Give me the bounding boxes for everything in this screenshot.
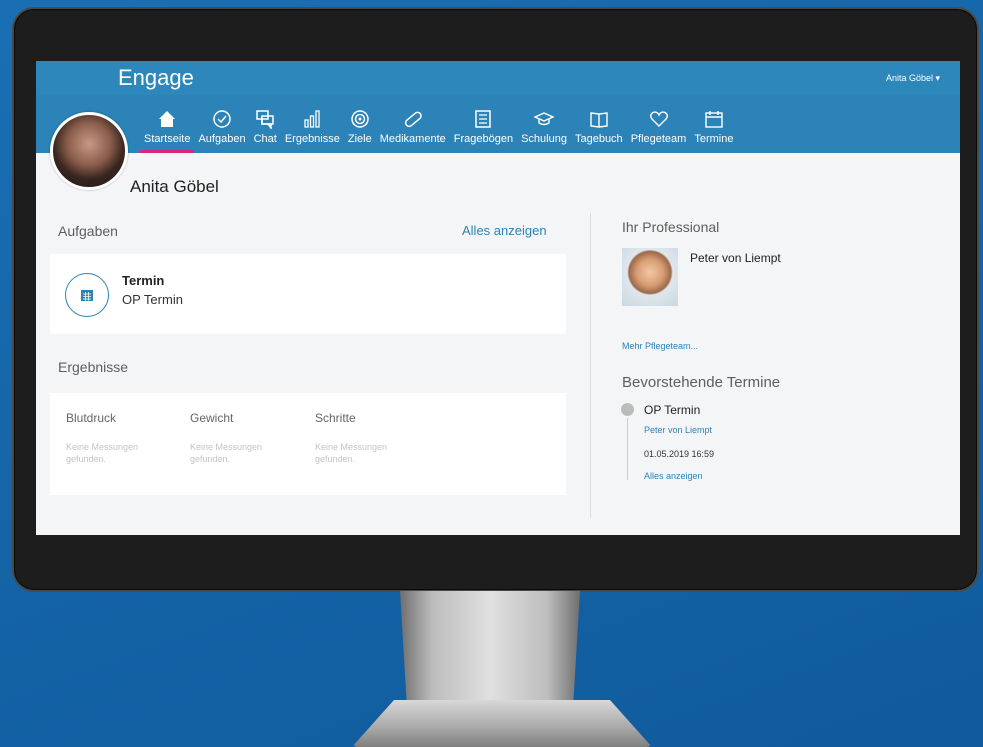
nav-label: Ergebnisse	[284, 133, 340, 145]
nav-label: Fragebögen	[453, 133, 514, 145]
metric-label: Schritte	[315, 411, 356, 425]
nav-label: Termine	[694, 133, 734, 145]
nav-label: Ziele	[347, 133, 372, 145]
metric-empty-text: Keine Messungen gefunden.	[190, 442, 263, 464]
nav-chat[interactable]: Chat	[250, 95, 281, 153]
task-title: Termin	[122, 273, 165, 288]
bar-chart-icon	[302, 108, 322, 130]
nav-ziele[interactable]: Ziele	[344, 95, 376, 153]
app-screen: Engage Anita Göbel ▾ Startseite Aufgaben	[36, 61, 960, 535]
avatar[interactable]	[50, 112, 128, 190]
nav-label: Tagebuch	[574, 133, 623, 145]
nav-termine[interactable]: Termine	[690, 95, 737, 153]
tasks-section-title: Aufgaben	[58, 223, 118, 239]
target-icon	[350, 108, 370, 130]
nav-medikamente[interactable]: Medikamente	[376, 95, 450, 153]
nav-label: Chat	[253, 133, 277, 145]
graduation-cap-icon	[534, 108, 555, 130]
results-card: Blutdruck Keine Messungen gefunden. Gewi…	[50, 393, 566, 495]
more-care-team-link[interactable]: Mehr Pflegeteam...	[622, 341, 698, 351]
monitor-stand-base	[352, 700, 652, 747]
nav-label: Pflegeteam	[630, 133, 687, 145]
results-section-title: Ergebnisse	[58, 359, 129, 375]
chat-icon	[255, 108, 275, 130]
column-divider	[590, 213, 591, 518]
metric-empty-text: Keine Messungen gefunden.	[66, 442, 139, 464]
nav-ergebnisse[interactable]: Ergebnisse	[281, 95, 344, 153]
appointment-datetime: 01.05.2019 16:59	[644, 449, 715, 459]
calendar-icon	[704, 108, 724, 130]
nav-aufgaben[interactable]: Aufgaben	[194, 95, 249, 153]
professional-photo	[622, 248, 678, 306]
metric-blutdruck[interactable]: Blutdruck Keine Messungen gefunden.	[66, 411, 176, 465]
metric-gewicht[interactable]: Gewicht Keine Messungen gefunden.	[190, 411, 300, 465]
app-header: Engage Anita Göbel ▾	[36, 61, 960, 95]
metric-label: Blutdruck	[66, 411, 117, 425]
nav-label: Startseite	[144, 133, 191, 145]
main-nav: Startseite Aufgaben Chat Ergebnisse Ziel…	[36, 95, 960, 153]
questionnaire-icon	[473, 108, 493, 130]
timeline-dot	[621, 403, 634, 416]
nav-tagebuch[interactable]: Tagebuch	[571, 95, 627, 153]
user-menu[interactable]: Anita Göbel ▾	[886, 73, 940, 84]
appointment-person-link[interactable]: Peter von Liempt	[644, 425, 712, 435]
tasks-show-all-link[interactable]: Alles anzeigen	[462, 223, 547, 238]
nav-startseite[interactable]: Startseite	[140, 95, 195, 153]
dashboard-content: Aufgaben Alles anzeigen Termin OP Termin…	[36, 153, 960, 535]
timeline-line	[627, 418, 628, 480]
appointments-section-title: Bevorstehende Termine	[622, 374, 781, 391]
appointment-title[interactable]: OP Termin	[644, 403, 700, 417]
nav-schulung[interactable]: Schulung	[517, 95, 571, 153]
profile-name: Anita Göbel	[130, 177, 219, 196]
professional-section-title: Ihr Professional	[622, 219, 720, 235]
task-calendar-icon	[65, 273, 109, 317]
nav-label: Aufgaben	[198, 133, 246, 145]
professional-name[interactable]: Peter von Liempt	[690, 251, 781, 265]
task-card[interactable]: Termin OP Termin	[50, 254, 566, 334]
task-subtitle: OP Termin	[122, 292, 183, 307]
metric-empty-text: Keine Messungen gefunden.	[315, 442, 388, 464]
nav-label: Medikamente	[379, 133, 446, 145]
appointments-show-all-link[interactable]: Alles anzeigen	[644, 471, 703, 481]
home-icon	[157, 108, 177, 130]
check-circle-icon	[212, 108, 232, 130]
nav-frageboegen[interactable]: Fragebögen	[450, 95, 517, 153]
metric-schritte[interactable]: Schritte Keine Messungen gefunden.	[315, 411, 425, 465]
brand-logo[interactable]: Engage	[118, 65, 194, 91]
metric-label: Gewicht	[190, 411, 234, 425]
nav-label: Schulung	[521, 133, 567, 145]
book-icon	[589, 108, 609, 130]
nav-pflegeteam[interactable]: Pflegeteam	[627, 95, 691, 153]
monitor-stand-neck	[400, 591, 580, 711]
heart-icon	[649, 108, 669, 130]
pill-icon	[403, 108, 423, 130]
